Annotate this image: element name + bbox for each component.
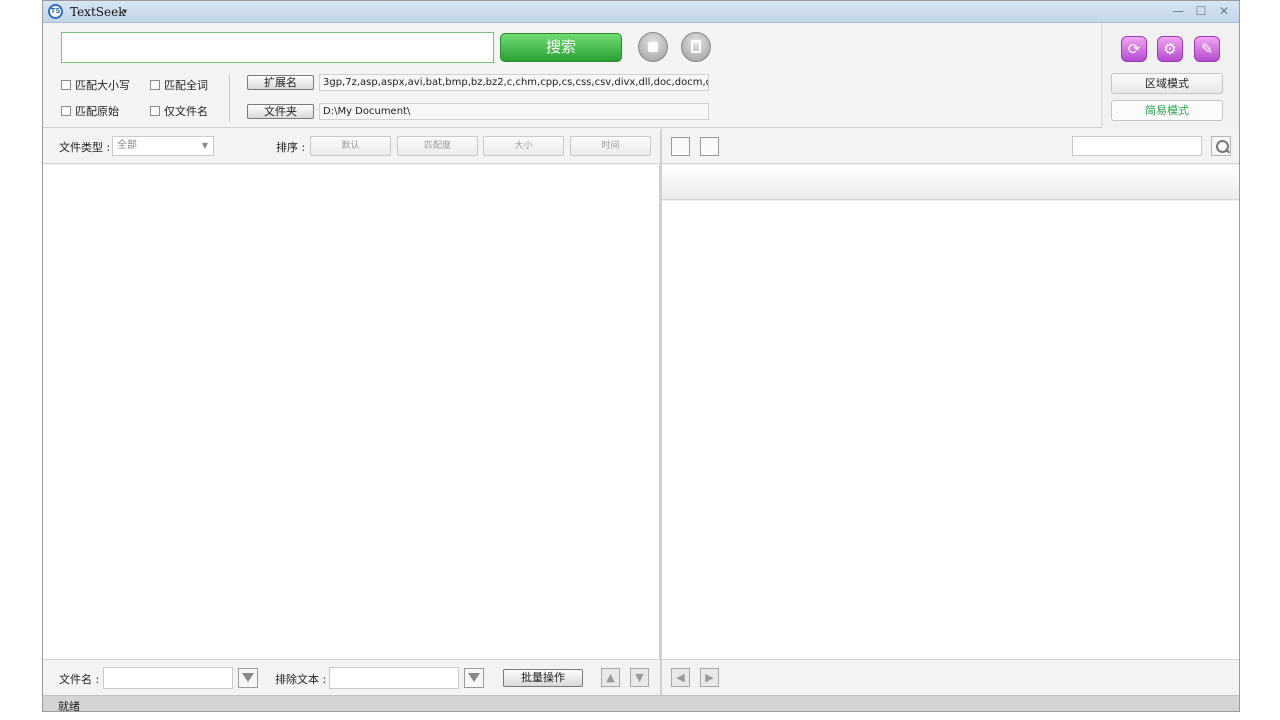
checkbox-box[interactable] [61, 106, 71, 116]
preview-pane[interactable] [662, 201, 1239, 659]
file-type-value: 全部 [117, 140, 137, 151]
app-menu-caret-icon[interactable]: ▾ [123, 7, 127, 16]
preview-header [662, 165, 1239, 200]
settings-button[interactable]: ⚙ [1157, 36, 1183, 62]
checkbox-box[interactable] [150, 80, 160, 90]
arrow-left-icon[interactable]: ◀ [671, 668, 690, 687]
folder-button[interactable]: 文件夹 [247, 104, 314, 119]
filter-icon[interactable] [238, 668, 258, 688]
tools-button[interactable]: ✎ [1194, 36, 1220, 62]
match-case-checkbox[interactable]: 匹配大小写 [61, 77, 130, 93]
sort-label: 排序 : [276, 141, 306, 154]
app-window: TS TextSeek ▾ — ☐ ✕ 搜索 匹配大小写 匹配全词 匹配原始 仅… [42, 0, 1240, 712]
chevron-down-icon: ▼ [201, 141, 208, 150]
area-mode-button[interactable]: 区域模式 [1111, 73, 1223, 94]
results-bottom-bar: 文件名 : 排除文本 : 批量操作 ▲ ▼ [43, 659, 660, 694]
filename-only-label: 仅文件名 [164, 105, 208, 118]
search-input[interactable] [61, 32, 494, 63]
refresh-button[interactable]: ⟳ [1121, 36, 1147, 62]
close-button[interactable]: ✕ [1215, 3, 1233, 19]
mode-panel: ⟳ ⚙ ✎ 区域模式 简易模式 [1101, 23, 1239, 128]
exclude-text-input[interactable] [329, 667, 459, 689]
arrow-right-icon[interactable]: ▶ [700, 668, 719, 687]
minimize-button[interactable]: — [1169, 3, 1187, 19]
match-case-label: 匹配大小写 [75, 79, 130, 92]
preview-toolbar [662, 129, 1239, 164]
batch-operation-button[interactable]: 批量操作 [503, 669, 583, 687]
search-panel: 搜索 匹配大小写 匹配全词 匹配原始 仅文件名 扩展名 3gp,7z,asp,a… [43, 23, 1101, 128]
search-button[interactable]: 搜索 [500, 33, 622, 62]
filename-filter-input[interactable] [103, 667, 233, 689]
tools-icon: ✎ [1200, 40, 1214, 58]
match-original-checkbox[interactable]: 匹配原始 [61, 103, 119, 119]
extensions-field[interactable]: 3gp,7z,asp,aspx,avi,bat,bmp,bz,bz2,c,chm… [319, 74, 709, 91]
filename-only-checkbox[interactable]: 仅文件名 [150, 103, 208, 119]
trash-icon [691, 40, 701, 53]
title-bar: TS TextSeek ▾ — ☐ ✕ [43, 1, 1239, 23]
results-toolbar: 文件类型 : 全部 ▼ 排序 : 默认 匹配度 大小 时间 [43, 129, 660, 164]
refresh-icon: ⟳ [1127, 40, 1141, 58]
checkbox-box[interactable] [150, 106, 160, 116]
status-bar: 就绪 [43, 695, 1239, 712]
match-original-label: 匹配原始 [75, 105, 119, 118]
extensions-button[interactable]: 扩展名 [247, 75, 314, 90]
sort-relevance-button[interactable]: 匹配度 [397, 136, 478, 156]
filename-filter-label: 文件名 : [59, 673, 100, 686]
document-icon[interactable] [671, 137, 690, 156]
match-whole-word-checkbox[interactable]: 匹配全词 [150, 77, 208, 93]
file-type-select[interactable]: 全部 ▼ [112, 136, 214, 156]
options-divider [229, 74, 230, 122]
folder-field[interactable]: D:\My Document\ [319, 103, 709, 120]
file-type-label: 文件类型 : [59, 141, 111, 154]
preview-search-input[interactable] [1072, 136, 1202, 156]
exclude-text-label: 排除文本 : [275, 673, 327, 686]
arrow-up-icon[interactable]: ▲ [601, 668, 620, 687]
results-list[interactable] [43, 165, 660, 659]
match-whole-word-label: 匹配全词 [164, 79, 208, 92]
maximize-button[interactable]: ☐ [1192, 3, 1210, 19]
sort-default-button[interactable]: 默认 [310, 136, 391, 156]
preview-bottom-bar: ◀ ▶ [662, 659, 1239, 694]
stop-button[interactable] [638, 32, 668, 62]
search-icon[interactable] [1211, 136, 1231, 156]
gear-icon: ⚙ [1163, 40, 1177, 58]
sort-time-button[interactable]: 时间 [570, 136, 651, 156]
simple-mode-button[interactable]: 简易模式 [1111, 100, 1223, 121]
app-logo-icon: TS [48, 4, 63, 19]
stop-icon [648, 42, 658, 52]
app-title: TextSeek [70, 5, 126, 19]
sort-size-button[interactable]: 大小 [483, 136, 564, 156]
arrow-down-icon[interactable]: ▼ [630, 668, 649, 687]
window-icon[interactable] [700, 137, 719, 156]
clear-button[interactable] [681, 32, 711, 62]
status-text: 就绪 [58, 700, 80, 712]
checkbox-box[interactable] [61, 80, 71, 90]
filter-icon[interactable] [464, 668, 484, 688]
